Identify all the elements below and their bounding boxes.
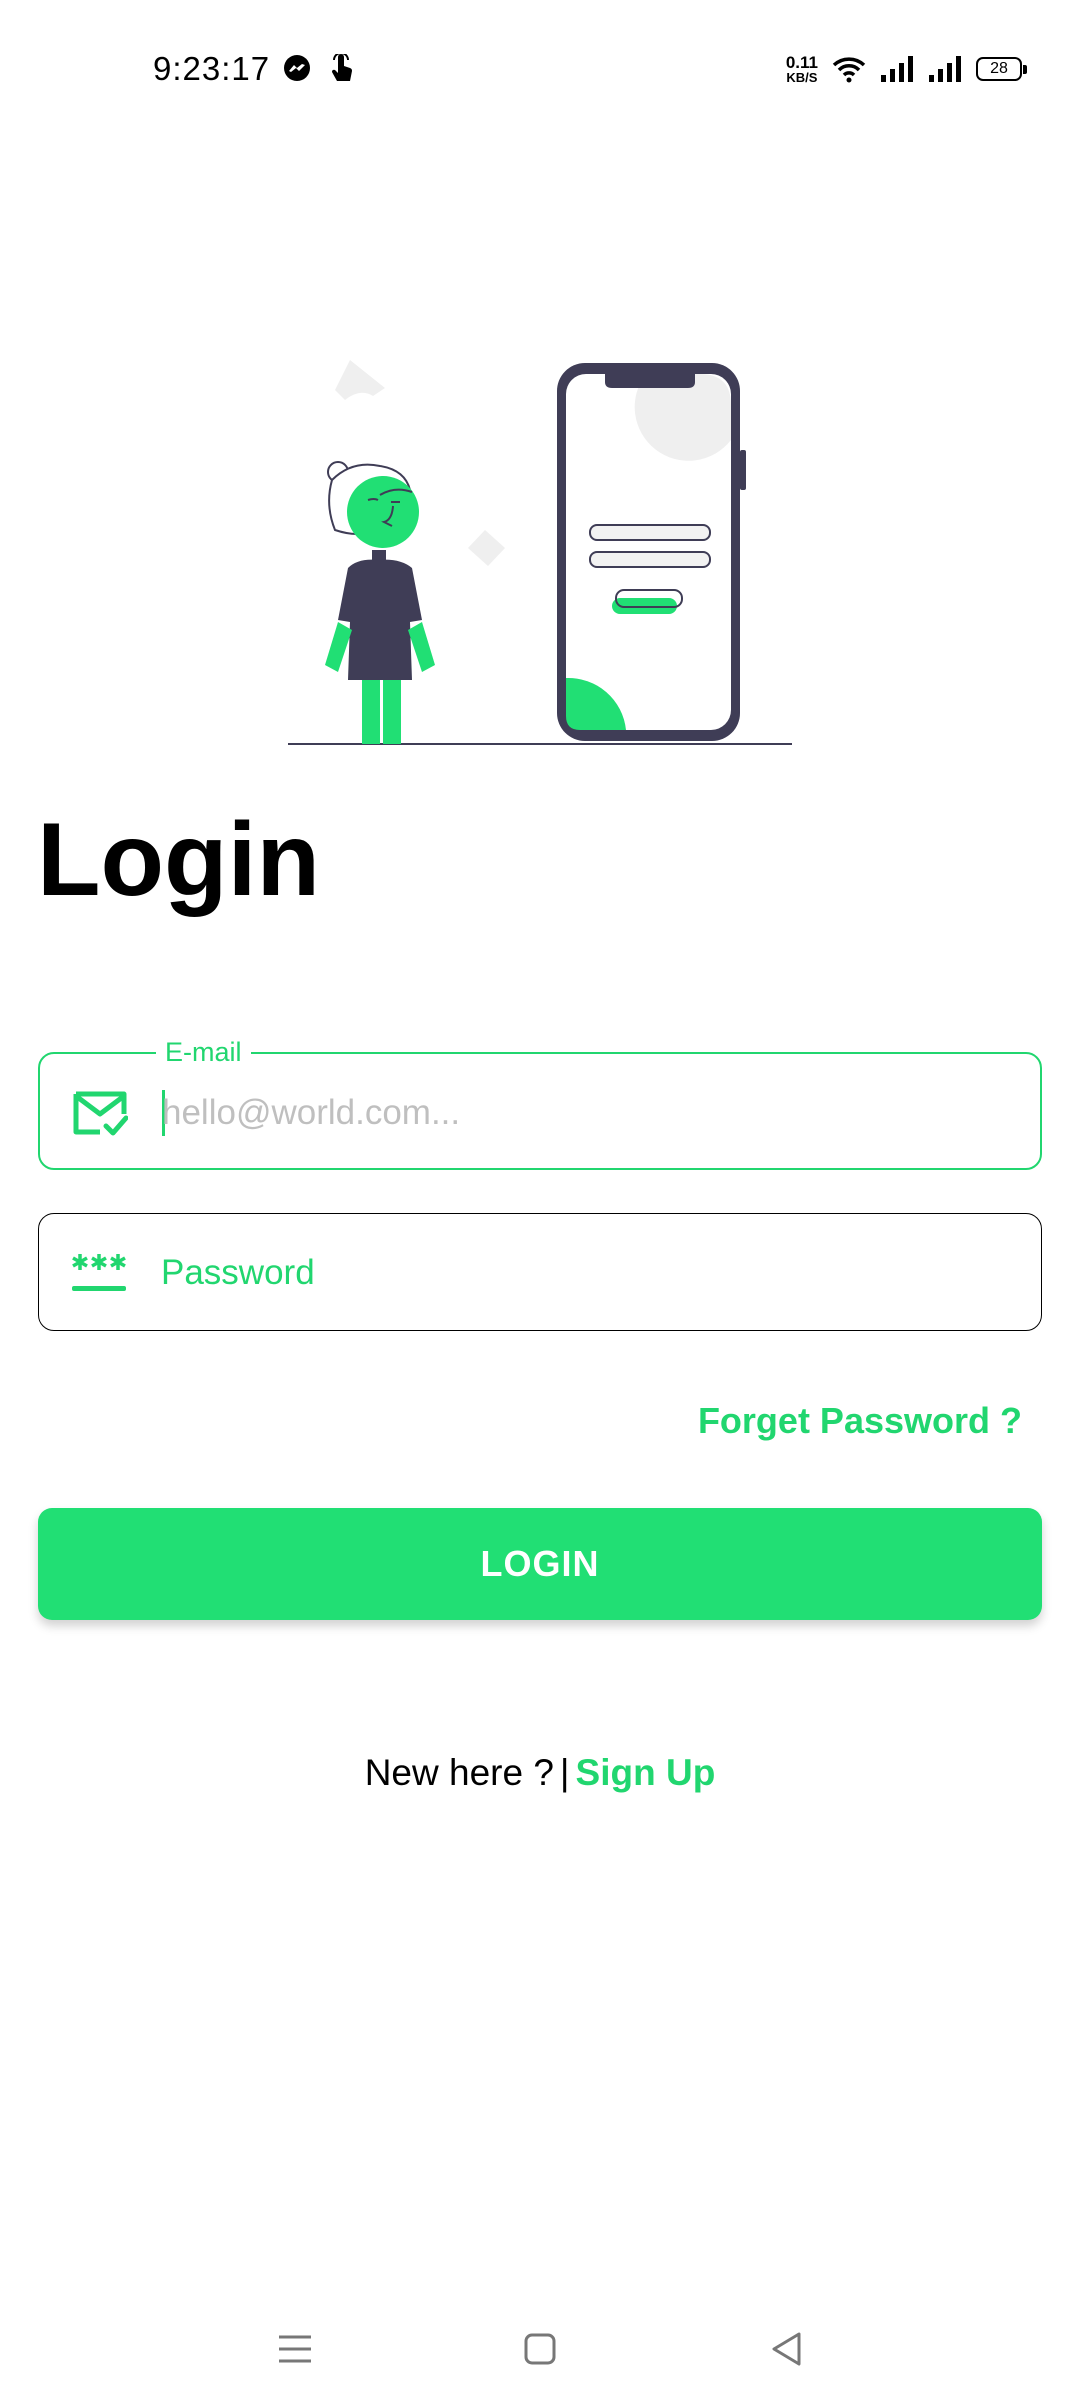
login-illustration xyxy=(288,360,792,745)
signal-icon xyxy=(881,56,913,82)
password-dots-icon xyxy=(72,1254,126,1291)
notification-icons xyxy=(283,54,355,84)
messenger-icon xyxy=(284,55,310,81)
password-input[interactable] xyxy=(161,1238,1011,1308)
battery-level: 28 xyxy=(990,60,1008,77)
back-icon[interactable] xyxy=(762,2324,812,2374)
network-speed-value: 0.11 xyxy=(785,53,818,72)
signup-question: New here ? xyxy=(364,1752,554,1793)
wifi-icon xyxy=(832,57,866,83)
status-time: 9:23:17 xyxy=(153,50,271,87)
network-speed-unit: KB/S xyxy=(786,70,818,85)
signup-row: New here ? | Sign Up xyxy=(0,1752,1080,1794)
status-bar: 9:23:17 0.11 KB/S 28 xyxy=(0,0,1080,140)
forget-password-link[interactable]: Forget Password ? xyxy=(698,1400,1022,1442)
signal-icon xyxy=(929,56,961,82)
system-icons: 0.11 KB/S 28 xyxy=(786,54,1027,84)
menu-icon[interactable] xyxy=(270,2324,320,2374)
email-label: E-mail xyxy=(156,1036,251,1068)
mail-check-icon xyxy=(73,1091,128,1136)
battery-icon: 28 xyxy=(976,57,1027,81)
home-icon[interactable] xyxy=(515,2324,565,2374)
email-field[interactable]: E-mail xyxy=(38,1036,1042,1170)
network-speed: 0.11 KB/S xyxy=(786,54,818,84)
sign-up-link[interactable]: Sign Up xyxy=(576,1752,716,1793)
signup-separator: | xyxy=(559,1752,570,1793)
login-button[interactable]: LOGIN xyxy=(38,1508,1042,1620)
navigation-bar xyxy=(0,2300,1080,2400)
email-input[interactable] xyxy=(162,1078,1012,1148)
password-field[interactable] xyxy=(38,1213,1042,1331)
page-title: Login xyxy=(37,802,321,918)
touch-hand-icon xyxy=(331,54,353,81)
